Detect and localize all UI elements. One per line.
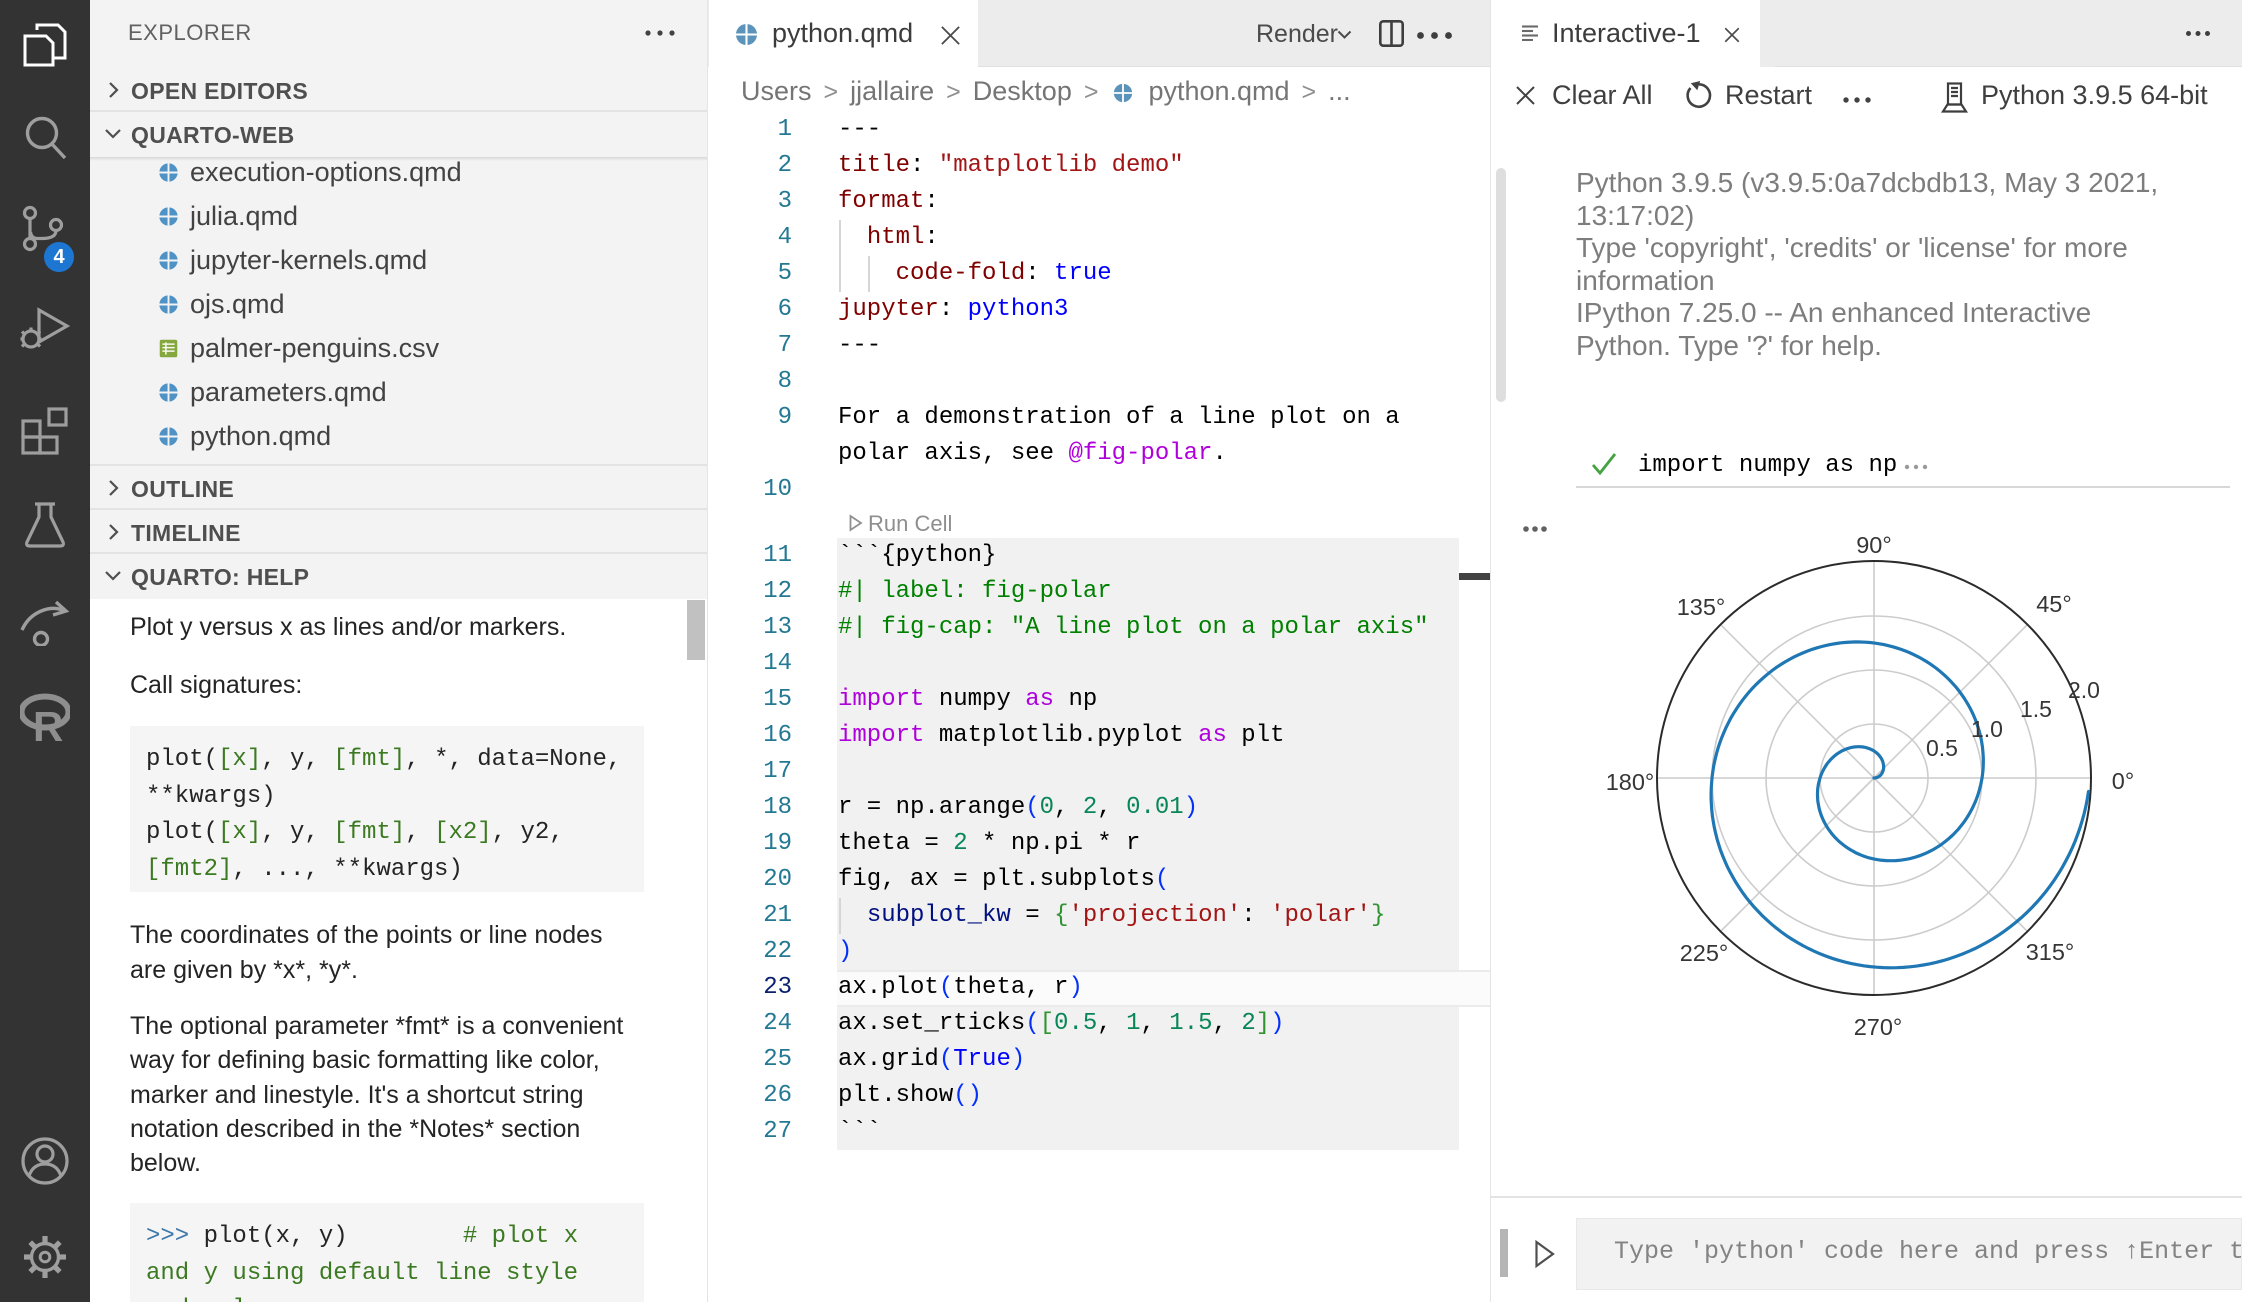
svg-text:45°: 45° — [2036, 591, 2072, 617]
svg-text:1.5: 1.5 — [2020, 696, 2052, 722]
svg-text:2.0: 2.0 — [2068, 677, 2100, 703]
svg-text:135°: 135° — [1677, 594, 1726, 620]
svg-text:1.0: 1.0 — [1971, 716, 2003, 742]
svg-text:180°: 180° — [1606, 769, 1655, 795]
svg-text:0°: 0° — [2112, 768, 2134, 794]
svg-text:270°: 270° — [1854, 1014, 1903, 1040]
svg-text:225°: 225° — [1680, 940, 1729, 966]
svg-text:R: R — [33, 703, 63, 742]
svg-text:90°: 90° — [1856, 532, 1892, 558]
svg-text:315°: 315° — [2026, 939, 2075, 965]
svg-text:0.5: 0.5 — [1926, 735, 1958, 761]
